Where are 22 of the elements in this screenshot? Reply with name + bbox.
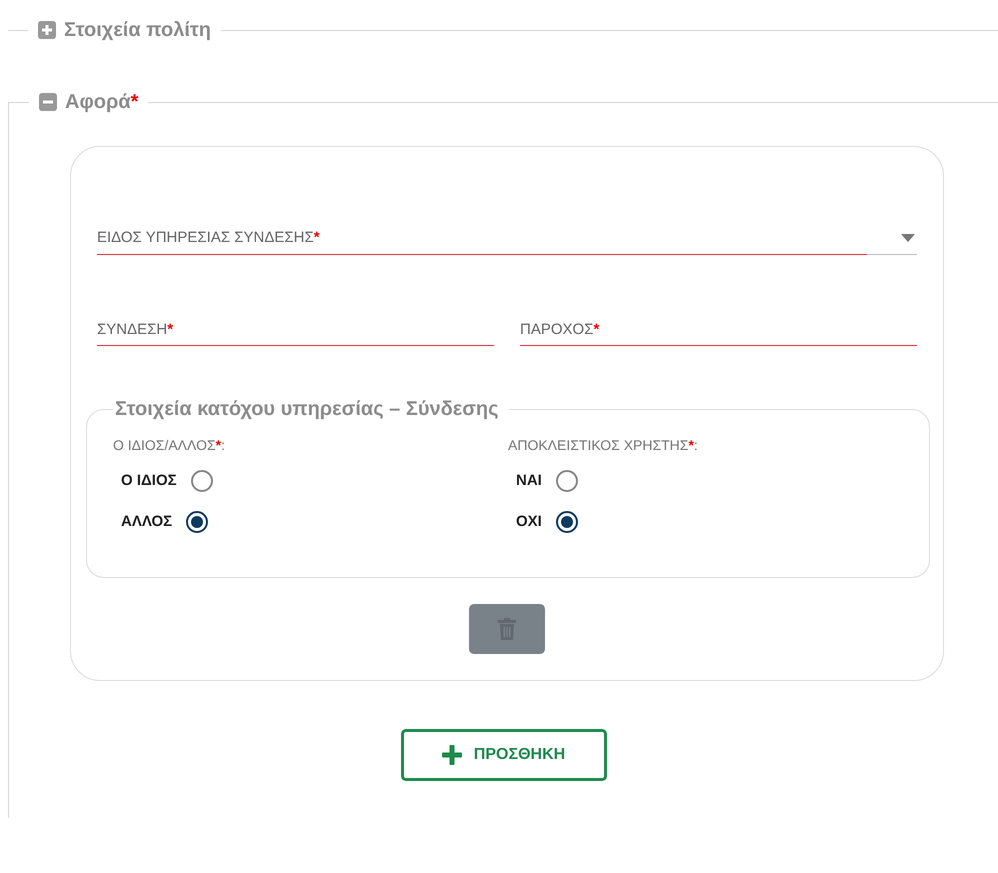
input-field[interactable]: ΠΑΡΟΧΟΣ* — [520, 318, 917, 346]
radio-button[interactable] — [556, 510, 578, 533]
collapse-icon[interactable] — [39, 93, 57, 111]
select-field[interactable]: ΕΙΔΟΣ ΥΠΗΡΕΣΙΑΣ ΣΥΝΔΕΣΗΣ* — [97, 227, 867, 254]
expand-icon[interactable] — [38, 21, 56, 39]
radio-label[interactable]: ΟΧΙ — [516, 510, 542, 533]
radio-label[interactable]: ΑΛΛΟΣ — [121, 510, 172, 533]
input-field[interactable]: ΣΥΝΔΕΣΗ* — [97, 318, 494, 346]
radio-label[interactable]: ΝΑΙ — [516, 470, 542, 492]
radio-group-label: ΑΠΟΚΛΕΙΣΤΙΚΟΣ ΧΡΗΣΤΗΣ*: — [508, 436, 698, 455]
radio-label[interactable]: Ο ΙΔΙΟΣ — [121, 470, 177, 492]
section-title: Στοιχεία πολίτη — [64, 18, 212, 43]
radio-group-label: Ο ΙΔΙΟΣ/ΑΛΛΟΣ*: — [113, 436, 225, 455]
add-button[interactable]: ΠΡΟΣΘΗΚΗ — [400, 729, 606, 781]
radio-button[interactable] — [556, 470, 578, 492]
group-title: Στοιχεία κατόχου υπηρεσίας – Σύνδεσης — [114, 397, 500, 422]
dropdown-arrow-icon[interactable] — [901, 234, 915, 242]
section-title: Αφορά* — [65, 90, 138, 115]
radio-button[interactable] — [190, 470, 213, 492]
plus-icon — [442, 745, 462, 765]
radio-button[interactable] — [186, 510, 208, 533]
trash-icon — [498, 618, 516, 640]
